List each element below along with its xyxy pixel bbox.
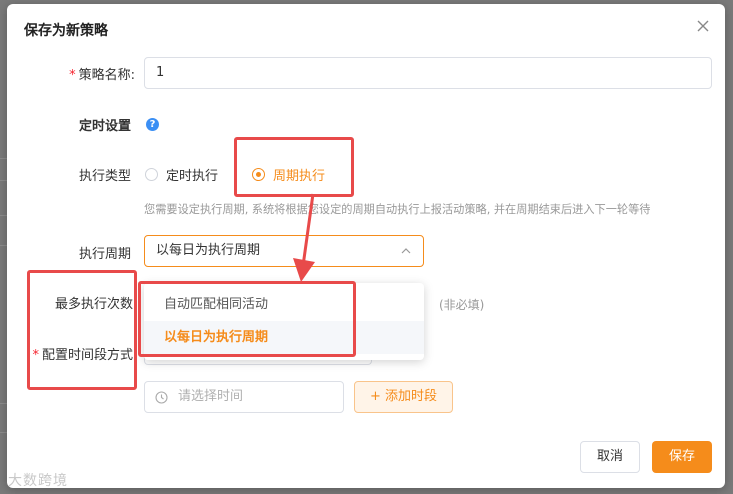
chevron-up-icon (401, 248, 411, 254)
clock-icon (155, 391, 168, 404)
required-mark: * (69, 68, 76, 83)
execution-period-label: 执行周期 (78, 247, 131, 262)
strategy-name-input[interactable]: 1 (144, 57, 712, 89)
execution-type-label: 执行类型 (78, 169, 131, 184)
strategy-name-label: * 策略名称: (69, 64, 135, 83)
strategy-name-label-text: 策略名称: (78, 68, 135, 83)
save-button[interactable]: 保存 (652, 441, 712, 473)
save-strategy-dialog: 保存为新策略 * 策略名称: 1 定时设置 ? 执行类型 定时执行 周期执行 您需… (7, 4, 725, 488)
dialog-title: 保存为新策略 (24, 23, 108, 39)
radio-scheduled-label: 定时执行 (166, 169, 219, 184)
highlight-box-labels (27, 270, 137, 390)
execution-period-select[interactable]: 以每日为执行周期 (144, 235, 424, 267)
time-picker-input[interactable]: 请选择时间 (144, 381, 344, 413)
cancel-button[interactable]: 取消 (580, 441, 640, 473)
time-picker-placeholder: 请选择时间 (178, 389, 244, 404)
execution-period-value: 以每日为执行周期 (156, 243, 261, 258)
radio-scheduled[interactable]: 定时执行 (145, 165, 218, 184)
periodic-hint: 您需要设定执行周期, 系统将根据您设定的周期自动执行上报活动策略, 并在周期结束… (144, 203, 651, 216)
radio-button[interactable] (145, 168, 158, 181)
help-icon[interactable]: ? (146, 118, 159, 131)
annotation-arrow (293, 193, 315, 282)
add-time-segment-button[interactable]: + 添加时段 (354, 381, 453, 413)
timer-settings-heading: 定时设置 (78, 119, 131, 134)
optional-hint: (非必填) (439, 298, 485, 312)
close-icon[interactable] (693, 16, 713, 36)
highlight-box-dropdown (138, 281, 356, 357)
watermark: 大数跨境 (8, 473, 68, 489)
highlight-box-periodic (234, 137, 354, 197)
